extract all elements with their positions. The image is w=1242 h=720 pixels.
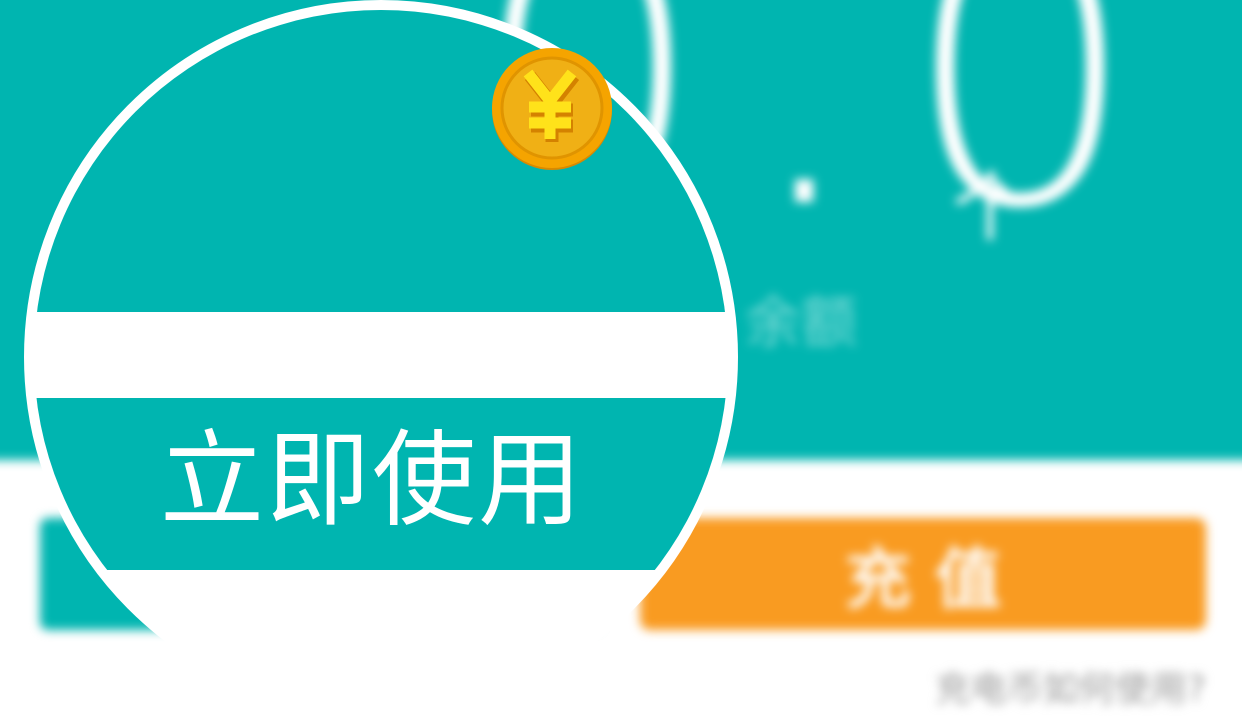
magnified-footer — [34, 570, 728, 704]
balance-label: 余额 — [745, 291, 857, 356]
yuan-coin-icon — [488, 44, 616, 172]
balance-unit: 个 — [952, 163, 1028, 252]
magnifier-lens: 立即使用 — [24, 0, 738, 714]
magnified-divider — [34, 312, 728, 398]
how-to-use-link[interactable]: 充电币如何使用? — [935, 672, 1206, 708]
magnified-area: 立即使用 — [34, 10, 728, 704]
magnified-header — [34, 10, 728, 312]
use-now-label: 立即使用 — [160, 419, 585, 541]
